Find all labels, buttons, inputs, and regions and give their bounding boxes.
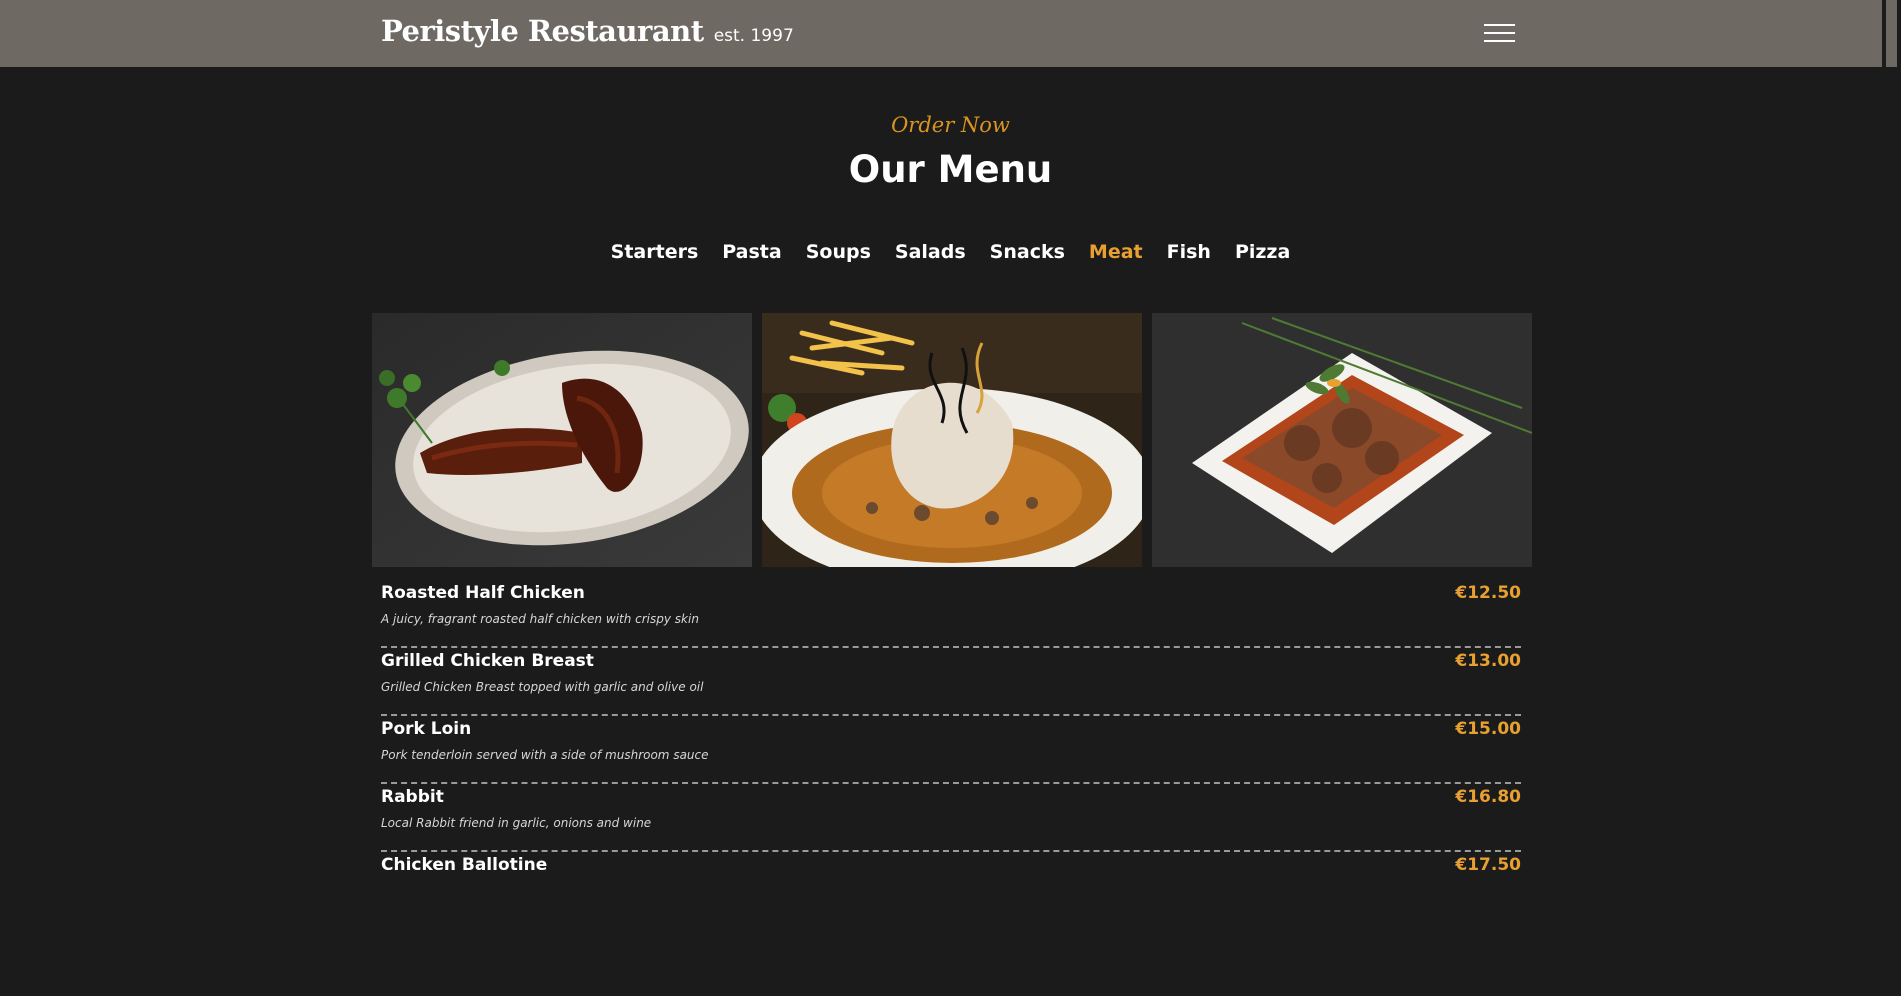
- menu-item-name: Grilled Chicken Breast: [381, 651, 594, 671]
- menu-category-tabs: Starters Pasta Soups Salads Snacks Meat …: [0, 241, 1901, 263]
- hamburger-line: [1484, 40, 1515, 42]
- tab-starters[interactable]: Starters: [611, 241, 699, 263]
- dish-photo-gallery: [372, 313, 1532, 567]
- dish-photo-rabbit-stew[interactable]: [1152, 313, 1532, 567]
- hamburger-line: [1484, 24, 1515, 26]
- brand-name[interactable]: Peristyle Restaurant: [381, 14, 704, 48]
- brand-established-year: est. 1997: [713, 26, 794, 46]
- menu-item[interactable]: Pork Loin €15.00 Pork tenderloin served …: [381, 716, 1521, 784]
- menu-item[interactable]: Rabbit €16.80 Local Rabbit friend in gar…: [381, 784, 1521, 852]
- menu-item[interactable]: Chicken Ballotine €17.50: [381, 852, 1521, 918]
- tab-soups[interactable]: Soups: [806, 241, 871, 263]
- menu-item-name: Chicken Ballotine: [381, 855, 548, 875]
- menu-item[interactable]: Roasted Half Chicken €12.50 A juicy, fra…: [381, 580, 1521, 648]
- tab-pizza[interactable]: Pizza: [1235, 241, 1290, 263]
- menu-item-description: Grilled Chicken Breast topped with garli…: [381, 680, 704, 694]
- top-navigation-bar: Peristyle Restaurant est. 1997: [0, 0, 1882, 67]
- menu-item-description: Pork tenderloin served with a side of mu…: [381, 748, 709, 762]
- menu-item-price: €12.50: [1455, 583, 1521, 603]
- menu-item-list: Roasted Half Chicken €12.50 A juicy, fra…: [381, 580, 1521, 918]
- tab-snacks[interactable]: Snacks: [990, 241, 1065, 263]
- tab-fish[interactable]: Fish: [1167, 241, 1211, 263]
- dish-photo-ribs[interactable]: [372, 313, 752, 567]
- menu-item[interactable]: Grilled Chicken Breast €13.00 Grilled Ch…: [381, 648, 1521, 716]
- menu-item-description: A juicy, fragrant roasted half chicken w…: [381, 612, 699, 626]
- menu-item-name: Pork Loin: [381, 719, 472, 739]
- menu-item-price: €16.80: [1455, 787, 1521, 807]
- scrollbar-thumb[interactable]: [1886, 0, 1897, 67]
- menu-item-price: €15.00: [1455, 719, 1521, 739]
- hamburger-menu-icon[interactable]: [1484, 22, 1515, 44]
- menu-item-price: €17.50: [1455, 855, 1521, 875]
- hamburger-line: [1484, 32, 1515, 34]
- tab-pasta[interactable]: Pasta: [722, 241, 781, 263]
- menu-item-name: Rabbit: [381, 787, 444, 807]
- brand[interactable]: Peristyle Restaurant est. 1997: [381, 14, 794, 48]
- menu-item-name: Roasted Half Chicken: [381, 583, 585, 603]
- section-title: Our Menu: [848, 148, 1053, 191]
- menu-item-description: Local Rabbit friend in garlic, onions an…: [381, 816, 652, 830]
- tab-meat[interactable]: Meat: [1089, 241, 1143, 263]
- menu-item-price: €13.00: [1455, 651, 1521, 671]
- dish-photo-chicken-sauce[interactable]: [762, 313, 1142, 567]
- tab-salads[interactable]: Salads: [895, 241, 966, 263]
- section-subtitle: Order Now: [891, 113, 1010, 137]
